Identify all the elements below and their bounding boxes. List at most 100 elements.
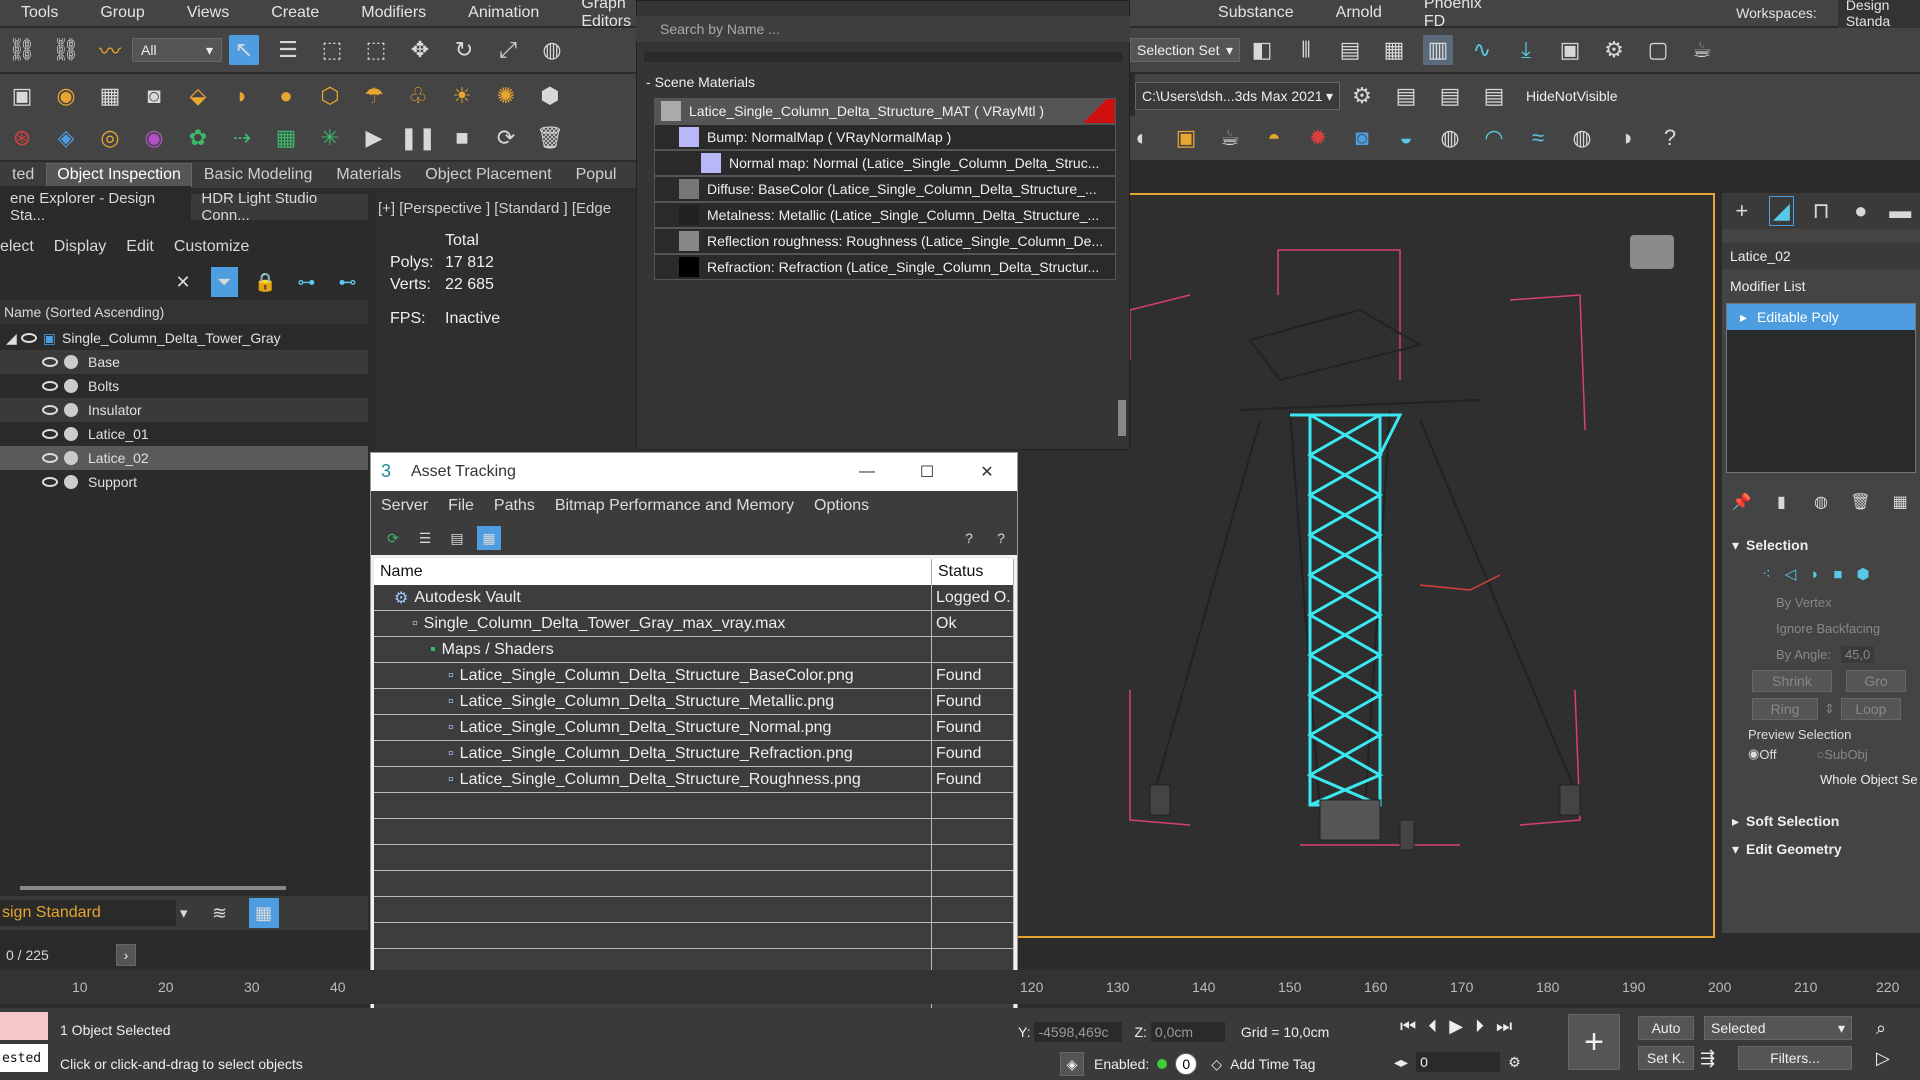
set-project-icon[interactable]: ▤: [1391, 81, 1421, 111]
lock-icon[interactable]: 🔒: [252, 267, 279, 297]
tree-item[interactable]: Bolts: [0, 374, 368, 398]
asset-row[interactable]: ⚙ Autodesk Vault Logged O.: [374, 585, 1014, 611]
eye-icon[interactable]: [20, 333, 37, 343]
plugin-icon-9[interactable]: ◠: [1479, 123, 1509, 153]
vray-sphere-light-icon[interactable]: ◗: [227, 81, 257, 111]
set-key-big-icon[interactable]: +: [1568, 1014, 1620, 1070]
set-key-button[interactable]: Set K.: [1638, 1046, 1694, 1070]
object-name-field[interactable]: Latice_02: [1722, 243, 1920, 269]
plugin-icon-7[interactable]: ◒: [1391, 123, 1421, 153]
menu-create[interactable]: Create: [250, 4, 340, 22]
project-open-icon[interactable]: ▤: [1479, 81, 1509, 111]
next-frame-icon[interactable]: ⏵: [1475, 1016, 1484, 1037]
material-row[interactable]: Reflection roughness: Roughness (Latice_…: [654, 228, 1116, 254]
material-row[interactable]: Diffuse: BaseColor (Latice_Single_Column…: [654, 176, 1116, 202]
maximize-icon[interactable]: ☐: [897, 462, 957, 482]
polygon-icon[interactable]: ■: [1833, 566, 1842, 583]
curve-editor-icon[interactable]: ∿: [1467, 35, 1497, 65]
selection-rollout[interactable]: ▾ Selection: [1722, 531, 1920, 559]
material-row[interactable]: Metalness: Metallic (Latice_Single_Colum…: [654, 202, 1116, 228]
material-row[interactable]: Refraction: Refraction (Latice_Single_Co…: [654, 254, 1116, 280]
plugin-icon-8[interactable]: ◍: [1435, 123, 1465, 153]
create-tab-icon[interactable]: +: [1729, 196, 1755, 226]
border-icon[interactable]: ◗: [1810, 566, 1819, 583]
viewport-label[interactable]: [+] [Perspective ] [Standard ] [Edge: [378, 200, 611, 217]
modifier-list-dropdown[interactable]: Modifier List: [1722, 273, 1920, 299]
key-mode-toggle-icon[interactable]: ⇶: [1700, 1048, 1715, 1069]
y-coordinate-field[interactable]: -4598,469c: [1034, 1022, 1123, 1042]
toggle-ribbon-icon[interactable]: ▦: [1379, 35, 1409, 65]
sort-header[interactable]: Name (Sorted Ascending): [0, 300, 368, 324]
workspace-dropdown[interactable]: Design Standa: [1837, 0, 1920, 31]
plugin-icon-6[interactable]: ◙: [1347, 123, 1377, 153]
menu-customize[interactable]: Customize: [168, 238, 264, 256]
frame-counter[interactable]: 0 / 225: [0, 944, 114, 966]
tab-materials[interactable]: Materials: [324, 166, 413, 184]
layer-dropdown[interactable]: sign Standard: [0, 900, 176, 926]
eye-icon[interactable]: [42, 429, 58, 439]
display-tab-icon[interactable]: ▬: [1887, 196, 1913, 226]
hide-not-visible-label[interactable]: HideNotVisible: [1526, 88, 1618, 104]
layers-icon[interactable]: ≋: [205, 898, 235, 928]
loop-button[interactable]: Loop: [1840, 698, 1901, 720]
tree-root[interactable]: ◢ ▣ Single_Column_Delta_Tower_Gray: [0, 326, 368, 350]
align-icon[interactable]: ⫴: [1291, 35, 1321, 65]
render-production-icon[interactable]: ☕: [1687, 35, 1717, 65]
material-row[interactable]: Bump: NormalMap ( VRayNormalMap ): [654, 124, 1116, 150]
table-view-icon[interactable]: ▦: [477, 526, 501, 550]
menu-substance[interactable]: Substance: [1197, 4, 1315, 22]
make-unique-icon[interactable]: ◍: [1808, 487, 1834, 517]
menu-bitmap-performance[interactable]: Bitmap Performance and Memory: [545, 497, 804, 515]
close-icon[interactable]: ✕: [957, 462, 1017, 482]
pin-stack-icon[interactable]: 📌: [1729, 487, 1755, 517]
by-vertex-checkbox[interactable]: By Vertex: [1722, 589, 1920, 615]
maxscript-input[interactable]: ested: [0, 1044, 48, 1072]
menu-file[interactable]: File: [438, 497, 484, 515]
filter-icon[interactable]: ⏷: [210, 267, 238, 297]
material-search-input[interactable]: Search by Name ...: [636, 16, 1130, 42]
ignore-backfacing-checkbox[interactable]: Ignore Backfacing: [1722, 615, 1920, 641]
tab-scene-explorer[interactable]: ene Explorer - Design Sta...: [0, 186, 192, 228]
play-icon[interactable]: ▶: [1449, 1016, 1463, 1037]
menu-animation[interactable]: Animation: [447, 4, 560, 22]
selection-filter-dropdown[interactable]: All ▾: [132, 38, 222, 62]
col-status[interactable]: Status: [932, 559, 1014, 585]
shrink-button[interactable]: Shrink: [1752, 670, 1832, 692]
anim-icon-8[interactable]: ✳: [315, 123, 345, 153]
grow-button[interactable]: Gro: [1846, 670, 1906, 692]
tab-popul[interactable]: Popul: [564, 166, 629, 184]
move-icon[interactable]: ✥: [405, 35, 435, 65]
tab-hdr-light-studio[interactable]: HDR Light Studio Conn...: [191, 190, 368, 224]
layer-explorer-icon[interactable]: ▤: [1335, 35, 1365, 65]
place-icon[interactable]: ◍: [537, 35, 567, 65]
vray-ambient-icon[interactable]: ♧: [403, 81, 433, 111]
project-create-icon[interactable]: ▤: [1435, 81, 1465, 111]
anim-icon-1[interactable]: ⊛: [7, 123, 37, 153]
scene-explorer-icon[interactable]: ▥: [1423, 35, 1453, 65]
remove-modifier-icon[interactable]: 🗑: [1848, 487, 1874, 517]
plugin-icon-10[interactable]: ≈: [1523, 123, 1553, 153]
rect-selection-icon[interactable]: ⬚: [317, 35, 347, 65]
plugin-icon-11[interactable]: ◍: [1567, 123, 1597, 153]
sparkle-icon[interactable]: ✺: [491, 81, 521, 111]
add-time-tag-button[interactable]: Add Time Tag: [1230, 1056, 1315, 1072]
plugin-icon-1[interactable]: ◐: [1127, 123, 1157, 153]
radio-off-icon[interactable]: ◉: [1748, 746, 1759, 762]
tab-object-inspection[interactable]: Object Inspection: [46, 163, 192, 187]
tab-basic-modeling[interactable]: Basic Modeling: [192, 166, 325, 184]
hierarchy-expand-icon[interactable]: ⊷: [334, 267, 361, 297]
material-vscroll[interactable]: [1118, 400, 1126, 436]
eye-icon[interactable]: [42, 477, 58, 487]
angle-field[interactable]: 45,0: [1840, 645, 1875, 663]
tree-item[interactable]: Insulator: [0, 398, 368, 422]
rotate-icon[interactable]: ↻: [449, 35, 479, 65]
selection-set-dropdown[interactable]: Selection Set ▾: [1130, 38, 1240, 62]
window-crossing-icon[interactable]: ⬚: [361, 35, 391, 65]
scene-materials-header[interactable]: - Scene Materials: [646, 74, 755, 90]
menu-display[interactable]: Display: [48, 238, 120, 256]
scale-icon[interactable]: ⤢: [493, 35, 523, 65]
time-config-icon[interactable]: ⚙: [1508, 1054, 1521, 1071]
schematic-view-icon[interactable]: ⤓: [1511, 35, 1541, 65]
zoom-icon[interactable]: ⌕: [1876, 1018, 1886, 1039]
scene-explorer-scrollbar[interactable]: [20, 886, 286, 890]
